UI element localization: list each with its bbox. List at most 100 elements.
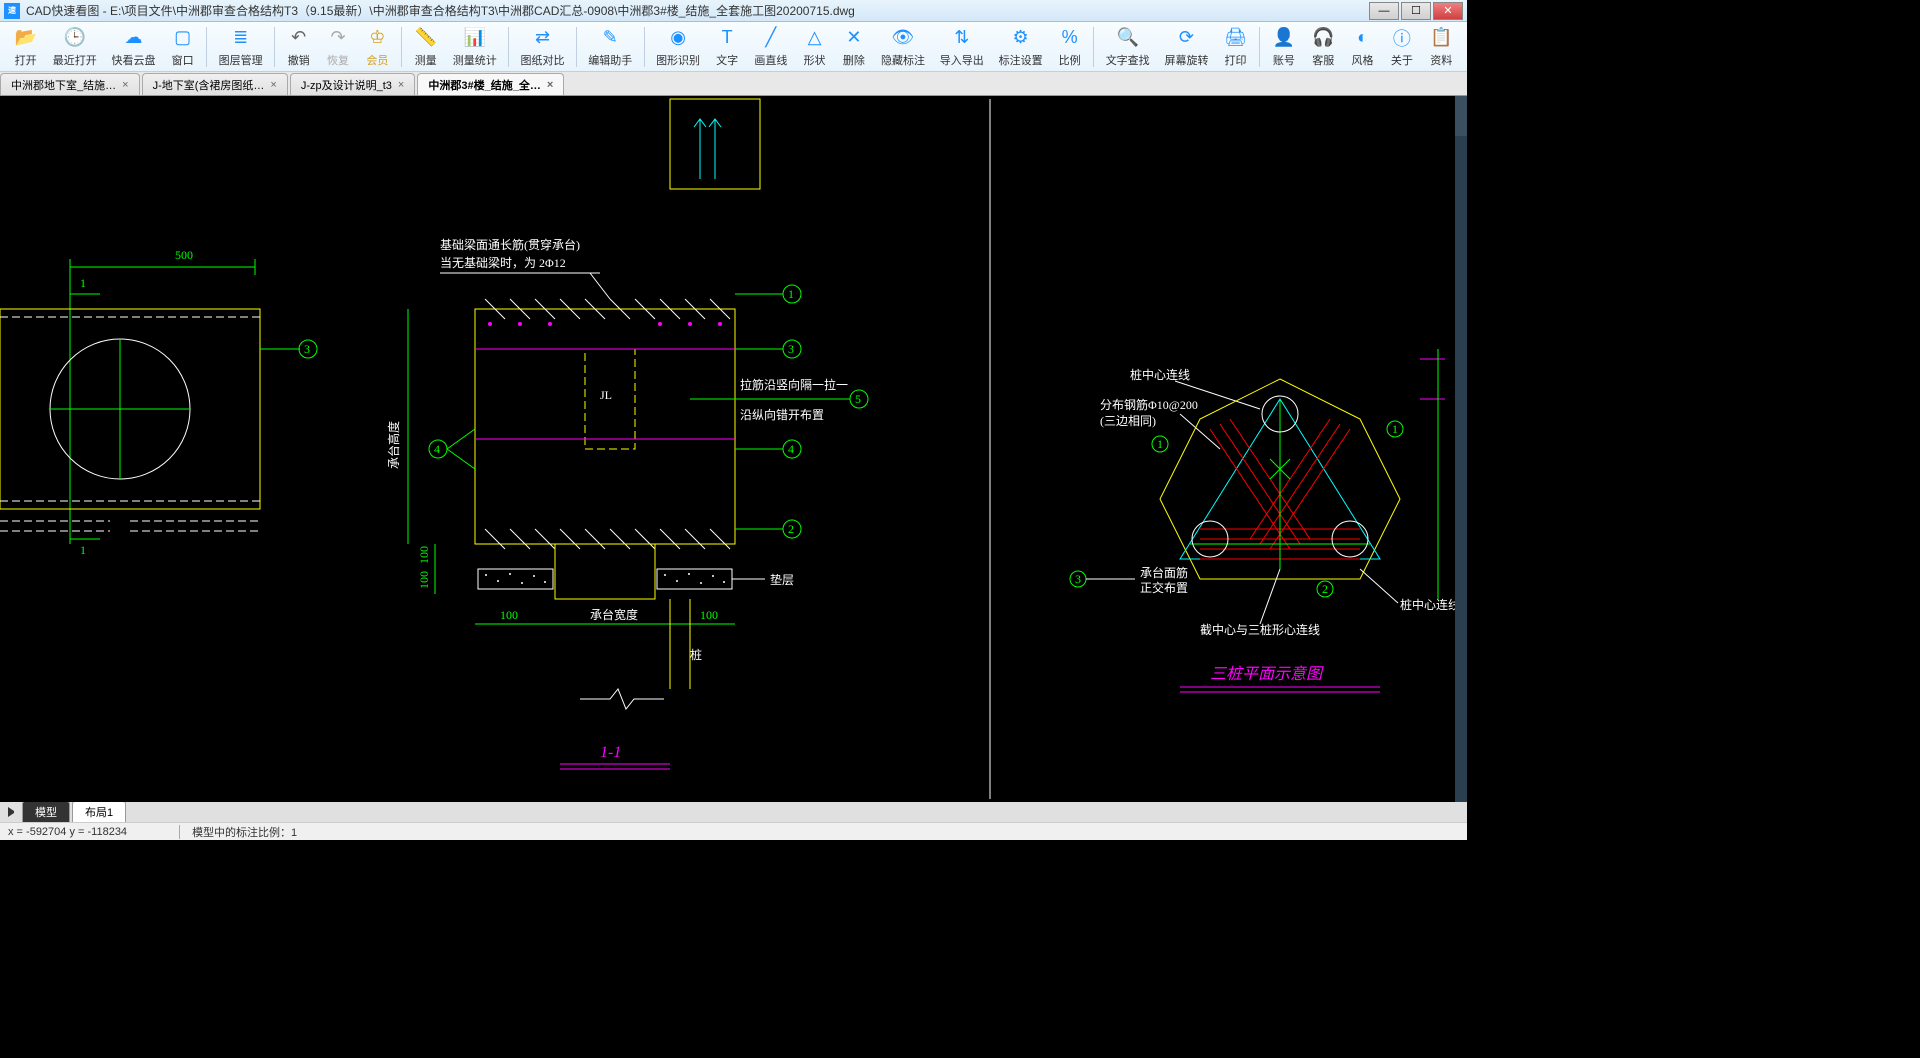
app-icon: 速: [4, 3, 20, 19]
text-icon: T: [715, 26, 739, 50]
minimize-button[interactable]: —: [1369, 2, 1399, 20]
cloud-button[interactable]: ☁快看云盘: [104, 24, 163, 70]
app-window: 速 CAD快速看图 - E:\项目文件\中洲郡审查合格结构T3（9.15最新）\…: [0, 0, 1467, 840]
panel-item[interactable]: [1455, 96, 1467, 136]
svg-text:3: 3: [788, 342, 794, 356]
svg-text:沿纵向错开布置: 沿纵向错开布置: [740, 407, 824, 422]
svg-text:3: 3: [304, 342, 310, 356]
print-icon: 🖨: [1224, 26, 1248, 50]
style-button[interactable]: ◐风格: [1343, 24, 1382, 70]
svg-text:2: 2: [788, 522, 794, 536]
hide-icon: 👁: [891, 26, 915, 50]
recent-icon: 🕒: [63, 26, 87, 50]
svg-text:1: 1: [1392, 422, 1398, 436]
svg-text:截中心与三桩形心连线: 截中心与三桩形心连线: [1200, 622, 1320, 637]
recent-button[interactable]: 🕒最近打开: [45, 24, 104, 70]
coord-readout: x = -592704 y = -118234: [8, 826, 127, 838]
line-icon: ╱: [759, 26, 783, 50]
service-button[interactable]: 🎧客服: [1304, 24, 1343, 70]
helper-icon: ✎: [598, 26, 622, 50]
tab-close-icon[interactable]: ×: [547, 79, 553, 91]
scale-icon: %: [1058, 26, 1082, 50]
measure-icon: 📏: [414, 26, 438, 50]
layout-tab[interactable]: 布局1: [72, 801, 126, 823]
rotate-button[interactable]: ⟳屏幕旋转: [1157, 24, 1216, 70]
svg-text:承台面筋: 承台面筋: [1140, 565, 1188, 580]
vip-icon: ♔: [365, 26, 389, 50]
tab-close-icon[interactable]: ×: [122, 79, 128, 91]
annoset-button[interactable]: ⚙标注设置: [991, 24, 1050, 70]
doc-tab-3[interactable]: 中洲郡3#楼_结施_全…×: [417, 73, 564, 95]
undo-button[interactable]: ↶撤销: [279, 24, 318, 70]
svg-text:垫层: 垫层: [770, 572, 794, 587]
svg-text:桩中心连线: 桩中心连线: [1400, 597, 1460, 612]
layout-tabbar: 模型 布局1: [0, 802, 1467, 822]
svg-text:正交布置: 正交布置: [1140, 580, 1188, 595]
svg-text:3: 3: [1075, 572, 1081, 586]
stat-button[interactable]: 📊测量统计: [445, 24, 504, 70]
find-button[interactable]: 🔍文字查找: [1098, 24, 1157, 70]
service-icon: 🎧: [1311, 26, 1335, 50]
svg-text:4: 4: [434, 442, 440, 456]
open-icon: 📂: [14, 26, 38, 50]
line-button[interactable]: ╱画直线: [747, 24, 795, 70]
delete-button[interactable]: ✕删除: [834, 24, 873, 70]
style-icon: ◐: [1351, 26, 1375, 50]
helper-button[interactable]: ✎编辑助手: [581, 24, 640, 70]
cloud-icon: ☁: [122, 26, 146, 50]
svg-text:100: 100: [417, 571, 431, 589]
model-tab[interactable]: 模型: [22, 801, 70, 823]
rotate-icon: ⟳: [1174, 26, 1198, 50]
tab-close-icon[interactable]: ×: [398, 79, 404, 91]
compare-button[interactable]: ⇄图纸对比: [513, 24, 572, 70]
window-icon: ▢: [171, 26, 195, 50]
doc-tab-2[interactable]: J-zp及设计说明_t3×: [290, 73, 416, 95]
svg-text:500: 500: [175, 248, 193, 262]
hide-button[interactable]: 👁隐藏标注: [874, 24, 933, 70]
scale-button[interactable]: %比例: [1050, 24, 1089, 70]
drawing-canvas[interactable]: 500 1 1 3: [0, 96, 1467, 802]
close-button[interactable]: ✕: [1433, 2, 1463, 20]
window-title: CAD快速看图 - E:\项目文件\中洲郡审查合格结构T3（9.15最新）\中洲…: [26, 2, 1367, 19]
compare-icon: ⇄: [531, 26, 555, 50]
titlebar: 速 CAD快速看图 - E:\项目文件\中洲郡审查合格结构T3（9.15最新）\…: [0, 0, 1467, 22]
tab-nav-icon[interactable]: [8, 807, 18, 817]
svg-text:桩: 桩: [690, 647, 702, 662]
redo-button[interactable]: ↷恢复: [318, 24, 357, 70]
layer-icon: ≣: [229, 26, 253, 50]
measure-button[interactable]: 📏测量: [406, 24, 445, 70]
io-icon: ⇅: [950, 26, 974, 50]
redo-icon: ↷: [326, 26, 350, 50]
svg-text:1: 1: [80, 543, 86, 557]
tab-close-icon[interactable]: ×: [270, 79, 276, 91]
about-button[interactable]: ⓘ关于: [1382, 24, 1421, 70]
account-button[interactable]: 👤账号: [1264, 24, 1303, 70]
shape-icon: △: [803, 26, 827, 50]
recog-icon: ◉: [666, 26, 690, 50]
recog-button[interactable]: ◉图形识别: [649, 24, 708, 70]
about-icon: ⓘ: [1390, 26, 1414, 50]
toolbar: 📂打开🕒最近打开☁快看云盘▢窗口≣图层管理↶撤销↷恢复♔会员📏测量📊测量统计⇄图…: [0, 22, 1467, 72]
annoset-icon: ⚙: [1009, 26, 1033, 50]
layer-button[interactable]: ≣图层管理: [211, 24, 270, 70]
text-button[interactable]: T文字: [707, 24, 746, 70]
document-tabbar: 中洲郡地下室_结施…×J-地下室(含裙房图纸…×J-zp及设计说明_t3×中洲郡…: [0, 72, 1467, 96]
print-button[interactable]: 🖨打印: [1216, 24, 1255, 70]
data-button[interactable]: 📋资料: [1422, 24, 1461, 70]
svg-text:(三边相同): (三边相同): [1100, 414, 1156, 428]
svg-text:4: 4: [788, 442, 794, 456]
svg-text:2: 2: [1322, 582, 1328, 596]
open-button[interactable]: 📂打开: [6, 24, 45, 70]
undo-icon: ↶: [287, 26, 311, 50]
svg-text:5: 5: [855, 392, 861, 406]
window-button[interactable]: ▢窗口: [163, 24, 202, 70]
io-button[interactable]: ⇅导入导出: [932, 24, 991, 70]
svg-text:当无基础梁时，为 2Φ12: 当无基础梁时，为 2Φ12: [440, 255, 566, 270]
doc-tab-1[interactable]: J-地下室(含裙房图纸…×: [142, 73, 288, 95]
maximize-button[interactable]: ☐: [1401, 2, 1431, 20]
svg-text:1: 1: [1157, 437, 1163, 451]
doc-tab-0[interactable]: 中洲郡地下室_结施…×: [0, 73, 140, 95]
shape-button[interactable]: △形状: [795, 24, 834, 70]
svg-text:100: 100: [417, 546, 431, 564]
vip-button[interactable]: ♔会员: [358, 24, 397, 70]
